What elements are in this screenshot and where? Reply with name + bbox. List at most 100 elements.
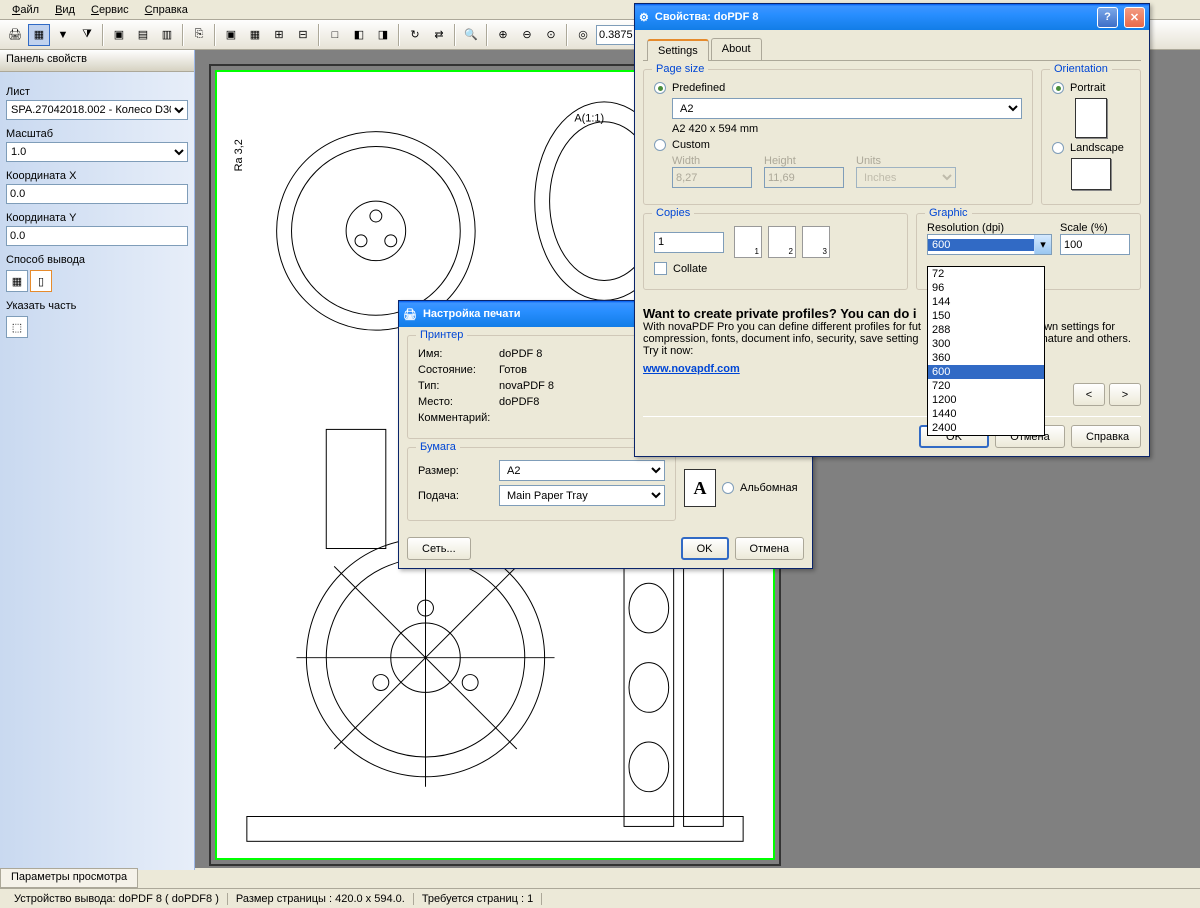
- promo-link[interactable]: www.novapdf.com: [643, 363, 740, 375]
- paper-size-label: Размер:: [418, 465, 493, 477]
- portrait-label: Portrait: [1070, 82, 1105, 94]
- dpi-opt-72[interactable]: 72: [928, 267, 1044, 281]
- bottom-tabs: Параметры просмотра: [0, 868, 138, 888]
- grid-icon[interactable]: ⊞: [268, 24, 290, 46]
- orient-preview-icon: A: [684, 469, 716, 507]
- tool2-icon[interactable]: ▤: [132, 24, 154, 46]
- scale-select[interactable]: 1.0: [6, 142, 188, 162]
- graphic-scale-input[interactable]: [1060, 234, 1130, 255]
- network-button[interactable]: Сеть...: [407, 537, 471, 560]
- collate-label: Collate: [673, 263, 707, 275]
- dpi-opt-288[interactable]: 288: [928, 323, 1044, 337]
- print-cancel-button[interactable]: Отмена: [735, 537, 804, 560]
- printer-type-label: Тип:: [418, 380, 493, 392]
- layout-icon[interactable]: □: [324, 24, 346, 46]
- dpi-opt-150[interactable]: 150: [928, 309, 1044, 323]
- output-mode1-icon[interactable]: ▦: [6, 270, 28, 292]
- sheet-label: Лист: [6, 86, 188, 98]
- dopdf-title: Свойства: doPDF 8: [655, 11, 1091, 23]
- magnify-icon[interactable]: 🔍: [460, 24, 482, 46]
- status-device: Устройство вывода: doPDF 8 ( doPDF8 ): [6, 893, 228, 905]
- dopdf-titlebar[interactable]: ⚙ Свойства: doPDF 8 ? ✕: [635, 4, 1149, 30]
- tab-about[interactable]: About: [711, 38, 762, 60]
- predefined-radio[interactable]: [654, 82, 666, 94]
- menu-help[interactable]: Справка: [137, 2, 196, 18]
- paper-size-select[interactable]: A2: [499, 460, 665, 481]
- dpi-opt-2400[interactable]: 2400: [928, 421, 1044, 435]
- print-ok-button[interactable]: OK: [681, 537, 729, 560]
- zoom-reset-icon[interactable]: ◎: [572, 24, 594, 46]
- copies-input[interactable]: [654, 232, 724, 253]
- copy-icon[interactable]: ⎘: [188, 24, 210, 46]
- landscape-radio2[interactable]: [1052, 142, 1064, 154]
- promo-text1: With novaPDF Pro you can define differen…: [643, 321, 921, 333]
- svg-text:Ra 3,2: Ra 3,2: [233, 139, 245, 171]
- printer-comment-label: Комментарий:: [418, 412, 493, 424]
- dpi-opt-720[interactable]: 720: [928, 379, 1044, 393]
- resolution-select[interactable]: 600 ▾: [927, 234, 1052, 255]
- predefined-label: Predefined: [672, 82, 725, 94]
- printer-name-label: Имя:: [418, 348, 493, 360]
- zoom-fit-icon[interactable]: ⊙: [540, 24, 562, 46]
- landscape-icon: [1071, 158, 1111, 190]
- view-params-tab[interactable]: Параметры просмотра: [0, 868, 138, 888]
- dopdf-help-button[interactable]: Справка: [1071, 425, 1141, 448]
- scale-label: Масштаб: [6, 128, 188, 140]
- resolution-label: Resolution (dpi): [927, 222, 1052, 234]
- paper-legend: Бумага: [416, 441, 460, 453]
- dopdf-properties-dialog: ⚙ Свойства: doPDF 8 ? ✕ Settings About P…: [634, 3, 1150, 457]
- coord-x-input[interactable]: [6, 184, 188, 204]
- tool3-icon[interactable]: ▥: [156, 24, 178, 46]
- tab-settings[interactable]: Settings: [647, 39, 709, 61]
- menu-view[interactable]: Вид: [47, 2, 83, 18]
- dpi-opt-1200[interactable]: 1200: [928, 393, 1044, 407]
- zoom-out-icon[interactable]: ⊖: [516, 24, 538, 46]
- dpi-opt-96[interactable]: 96: [928, 281, 1044, 295]
- chevron-down-icon[interactable]: ▾: [1034, 235, 1051, 254]
- paper-source-select[interactable]: Main Paper Tray: [499, 485, 665, 506]
- dpi-opt-144[interactable]: 144: [928, 295, 1044, 309]
- dpi-opt-360[interactable]: 360: [928, 351, 1044, 365]
- sheet-select[interactable]: SPA.27042018.002 - Колесо D30: [6, 100, 188, 120]
- printer-status-label: Состояние:: [418, 364, 493, 376]
- height-label: Height: [764, 155, 844, 167]
- funnel-icon[interactable]: ⧩: [76, 24, 98, 46]
- panel-title: Панель свойств: [0, 50, 194, 72]
- flip-icon[interactable]: ⇄: [428, 24, 450, 46]
- dopdf-icon: ⚙: [639, 11, 649, 24]
- select-part-icon[interactable]: ⬚: [6, 316, 28, 338]
- output-mode2-icon[interactable]: ▯: [30, 270, 52, 292]
- coord-x-label: Координата X: [6, 170, 188, 182]
- menu-service[interactable]: Сервис: [83, 2, 137, 18]
- menu-file[interactable]: Файл: [4, 2, 47, 18]
- collate-checkbox[interactable]: [654, 262, 667, 275]
- properties-panel: Панель свойств Лист SPA.27042018.002 - К…: [0, 50, 195, 870]
- next-button[interactable]: >: [1109, 383, 1141, 406]
- svg-text:A(1:1): A(1:1): [574, 113, 604, 125]
- coord-y-input[interactable]: [6, 226, 188, 246]
- dpi-opt-300[interactable]: 300: [928, 337, 1044, 351]
- layout2-icon[interactable]: ◧: [348, 24, 370, 46]
- tool-icon[interactable]: ▣: [108, 24, 130, 46]
- rotate-icon[interactable]: ↻: [404, 24, 426, 46]
- custom-radio[interactable]: [654, 139, 666, 151]
- promo-text2: compression, fonts, document info, secur…: [643, 333, 919, 345]
- resolution-dropdown[interactable]: 72 96 144 150 288 300 360 600 720 1200 1…: [927, 266, 1045, 436]
- units-label: Units: [856, 155, 956, 167]
- close-titlebar-button[interactable]: ✕: [1124, 7, 1145, 28]
- help-titlebar-button[interactable]: ?: [1097, 7, 1118, 28]
- toggle-icon[interactable]: ▦: [28, 24, 50, 46]
- filter-icon[interactable]: ▼: [52, 24, 74, 46]
- landscape-radio[interactable]: [722, 482, 734, 494]
- zoom-in-icon[interactable]: ⊕: [492, 24, 514, 46]
- print-icon[interactable]: 🖨: [4, 24, 26, 46]
- predefined-select[interactable]: A2: [672, 98, 1022, 119]
- prev-button[interactable]: <: [1073, 383, 1105, 406]
- fit-icon[interactable]: ▣: [220, 24, 242, 46]
- portrait-radio[interactable]: [1052, 82, 1064, 94]
- fit2-icon[interactable]: ▦: [244, 24, 266, 46]
- dpi-opt-600[interactable]: 600: [928, 365, 1044, 379]
- dpi-opt-1440[interactable]: 1440: [928, 407, 1044, 421]
- grid2-icon[interactable]: ⊟: [292, 24, 314, 46]
- layout3-icon[interactable]: ◨: [372, 24, 394, 46]
